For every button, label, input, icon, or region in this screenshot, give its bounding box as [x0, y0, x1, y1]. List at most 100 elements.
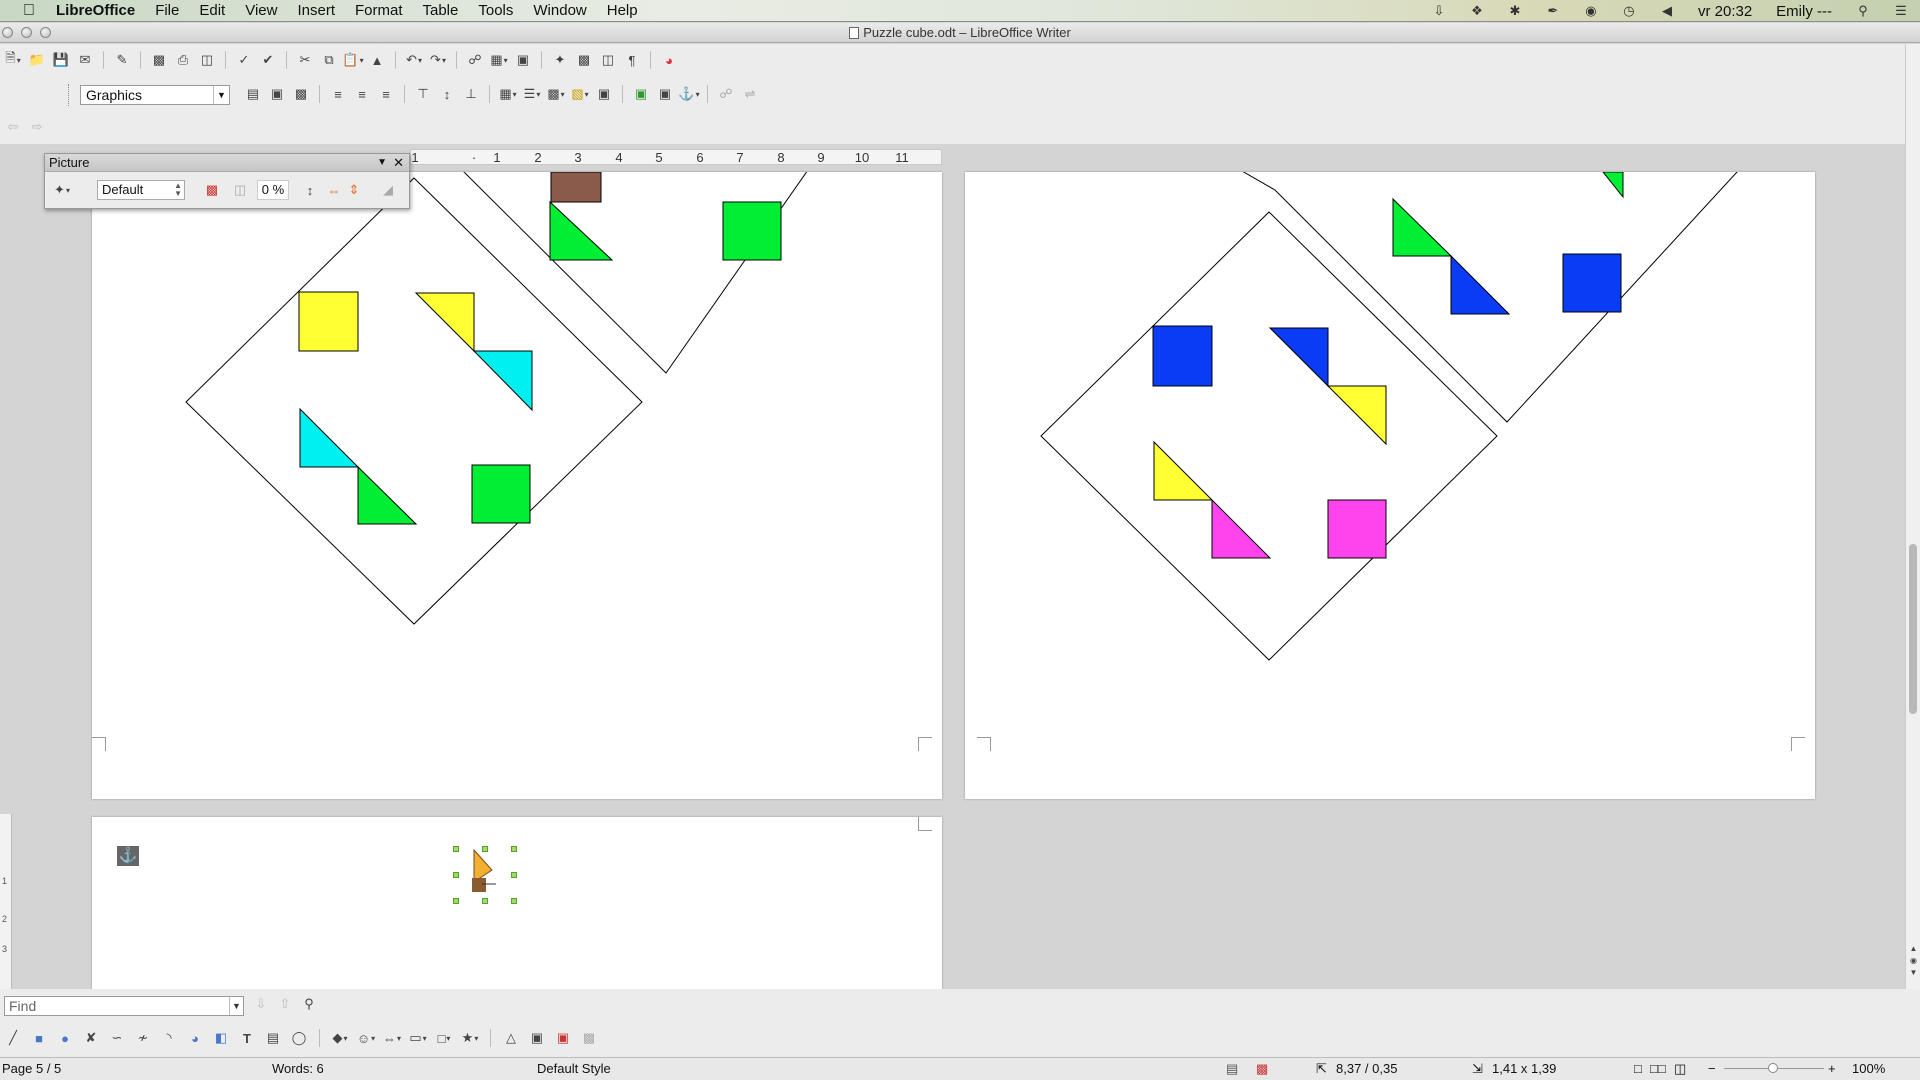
clock[interactable]: vr 20:32 [1698, 3, 1752, 20]
zoom-in-icon[interactable]: + [1828, 1058, 1836, 1080]
document-canvas[interactable]: ⚓ 1 · 1 2 3 4 5 6 7 8 9 10 11 1 2 3 [0, 144, 1905, 989]
user-name[interactable]: Emily --- [1776, 3, 1832, 20]
autospellcheck-icon[interactable]: ✔ [259, 51, 277, 69]
page-4[interactable] [92, 172, 942, 799]
redo-icon[interactable]: ↷ [429, 51, 447, 69]
hyperlink-icon[interactable]: ☍ [466, 51, 484, 69]
text-icon[interactable]: T [238, 1029, 256, 1047]
polygon-icon[interactable]: ✘ [82, 1029, 100, 1047]
menu-table[interactable]: Table [423, 2, 459, 19]
adjust-icon[interactable]: ↕ [301, 181, 319, 199]
app-menu[interactable]: LibreOffice [56, 2, 135, 19]
green-square[interactable] [722, 201, 782, 261]
curve-icon[interactable]: ∽ [108, 1029, 126, 1047]
formatting-marks-icon[interactable]: ¶ [623, 51, 641, 69]
cyan-triangle[interactable] [299, 407, 360, 468]
transparency-field[interactable]: 0 % [257, 180, 289, 200]
vertical-ruler[interactable]: 1 2 3 [0, 814, 12, 989]
menu-view[interactable]: View [245, 2, 277, 19]
yellow-triangle[interactable] [1153, 440, 1214, 501]
flowchart-icon[interactable]: ▭ [409, 1029, 427, 1047]
menu-help[interactable]: Help [607, 2, 638, 19]
callouts-icon[interactable]: □ [435, 1029, 453, 1047]
find-input[interactable]: Find ▼ [4, 996, 244, 1016]
brown-tile[interactable] [550, 172, 602, 203]
wrap-through-icon[interactable]: ▩ [292, 85, 310, 103]
selection-mode-icon[interactable]: ▤ [1226, 1058, 1238, 1080]
flip-horizontal-icon[interactable]: ⇔ [325, 181, 343, 199]
paste-icon[interactable]: 📋 [342, 51, 362, 69]
scrollbar-thumb[interactable] [1909, 544, 1917, 714]
horizontal-ruler[interactable]: 1 · 1 2 3 4 5 6 7 8 9 10 11 [410, 149, 942, 165]
cube-face-outline[interactable] [463, 172, 868, 374]
unlink-frames-icon[interactable]: ⇌ [741, 85, 759, 103]
email-icon[interactable]: ✉ [76, 51, 94, 69]
apple-menu-icon[interactable]:  [18, 2, 40, 20]
vertical-scrollbar[interactable]: ▲ ◉ ▼ [1905, 44, 1920, 989]
green-triangle[interactable] [549, 200, 614, 261]
zoom-slider-thumb[interactable] [1768, 1063, 1778, 1073]
data-sources-icon[interactable]: ◫ [599, 51, 617, 69]
export-pdf-icon[interactable]: ▩ [150, 51, 168, 69]
previous-page-icon[interactable]: ▲ [1908, 944, 1919, 955]
bluetooth-icon[interactable]: ✱ [1506, 3, 1524, 19]
resize-handle[interactable] [511, 846, 517, 852]
align-center-icon[interactable]: ≡ [353, 85, 371, 103]
freeform-icon[interactable]: ≁ [134, 1029, 152, 1047]
filter-icon[interactable]: ✦ [53, 181, 71, 199]
green-square[interactable] [471, 464, 531, 524]
borders-icon[interactable]: ▦ [499, 85, 517, 103]
blue-triangle[interactable] [1268, 327, 1329, 388]
basic-shapes-icon[interactable]: ◆ [331, 1029, 349, 1047]
cut-icon[interactable]: ✂ [296, 51, 314, 69]
navigator-icon[interactable]: ✦ [551, 51, 569, 69]
resize-handle[interactable] [453, 898, 459, 904]
blue-square[interactable] [1152, 325, 1213, 387]
clone-formatting-icon[interactable]: ▲ [368, 51, 386, 69]
copy-icon[interactable]: ⧉ [320, 51, 338, 69]
line-icon[interactable]: ╱ [4, 1029, 22, 1047]
blue-triangle[interactable] [1450, 254, 1511, 315]
resize-handle[interactable] [453, 846, 459, 852]
fontwork-icon[interactable]: ▣ [528, 1029, 546, 1047]
zoom-level[interactable]: 100% [1852, 1058, 1885, 1080]
undo-icon[interactable]: ↶ [405, 51, 423, 69]
multi-page-view-icon[interactable]: □□ [1650, 1058, 1666, 1080]
resize-handle[interactable] [511, 872, 517, 878]
link-frames-icon[interactable]: ☍ [717, 85, 735, 103]
chevron-down-icon[interactable]: ▼ [213, 86, 229, 104]
resize-handle[interactable] [482, 846, 488, 852]
minimize-window-button[interactable] [21, 27, 32, 38]
green-triangle[interactable] [1392, 197, 1453, 257]
document-modified-icon[interactable]: ▩ [1256, 1058, 1268, 1080]
page-5[interactable] [965, 172, 1815, 799]
resize-handle[interactable] [482, 898, 488, 904]
anchor-icon[interactable]: ⚓ [117, 846, 139, 866]
border-style-icon[interactable]: ☰ [523, 85, 541, 103]
close-icon[interactable]: ✕ [393, 154, 404, 172]
paragraph-style-select[interactable]: Graphics ▼ [80, 85, 230, 105]
yellow-square[interactable] [298, 291, 359, 352]
open-icon[interactable]: 📁 [28, 51, 46, 69]
bring-to-front-icon[interactable]: ▣ [632, 85, 650, 103]
gallery-icon[interactable]: ▩ [575, 51, 593, 69]
menu-insert[interactable]: Insert [297, 2, 335, 19]
spinner-icon[interactable]: ▲ ▼ [174, 182, 182, 198]
color-icon[interactable]: ▩ [203, 181, 221, 199]
book-view-icon[interactable]: ◫ [1674, 1058, 1686, 1080]
menu-file[interactable]: File [155, 2, 179, 19]
yellow-triangle[interactable] [414, 292, 475, 353]
align-right-icon[interactable]: ≡ [377, 85, 395, 103]
background-color-icon[interactable]: ▧ [571, 85, 589, 103]
magenta-triangle[interactable] [1211, 498, 1272, 559]
menu-format[interactable]: Format [355, 2, 403, 19]
find-next-icon[interactable]: ⇩ [252, 995, 270, 1013]
table-icon[interactable]: ▦ [490, 51, 508, 69]
close-window-button[interactable] [2, 27, 13, 38]
send-to-back-icon[interactable]: ▣ [656, 85, 674, 103]
navigation-icon[interactable]: ◉ [1908, 956, 1919, 967]
align-left-icon[interactable]: ≡ [329, 85, 347, 103]
wifi-icon[interactable]: ◉ [1582, 3, 1600, 19]
page-style[interactable]: Default Style [537, 1058, 611, 1080]
menu-edit[interactable]: Edit [199, 2, 225, 19]
